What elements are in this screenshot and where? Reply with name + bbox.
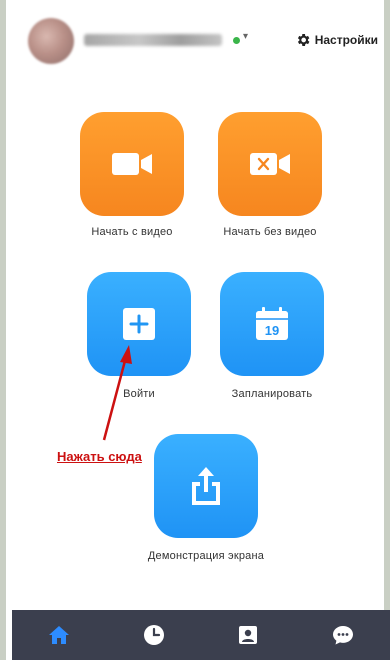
user-name: [84, 34, 222, 46]
new-meeting-no-video-button[interactable]: [218, 112, 322, 216]
app-window: ▾ Настройки Начать с видео Начать без ви…: [0, 0, 390, 660]
schedule-label: Запланировать: [231, 388, 313, 400]
join-button[interactable]: [87, 272, 191, 376]
plus-icon: [123, 308, 155, 340]
nav-meetings[interactable]: [134, 615, 174, 655]
share-screen-button[interactable]: [154, 434, 258, 538]
video-off-icon: [250, 153, 290, 175]
annotation-text: Нажать сюда: [57, 449, 142, 464]
gear-icon: [297, 34, 310, 46]
nav-home[interactable]: [39, 615, 79, 655]
home-icon: [49, 626, 70, 644]
video-camera-icon: [112, 153, 152, 175]
join-label: Войти: [123, 388, 155, 400]
share-screen-label: Демонстрация экрана: [147, 550, 265, 562]
new-meeting-no-video-label: Начать без видео: [223, 226, 317, 238]
nav-chat[interactable]: [323, 615, 363, 655]
new-meeting-video-label: Начать с видео: [91, 226, 173, 238]
clock-icon: [143, 625, 164, 645]
settings-label: Настройки: [314, 33, 378, 47]
bottom-nav: [12, 610, 390, 660]
nav-contacts[interactable]: [228, 615, 268, 655]
schedule-button[interactable]: 19: [220, 272, 324, 376]
calendar-day-number: 19: [265, 323, 279, 338]
settings-button[interactable]: Настройки: [295, 30, 378, 50]
header: ▾ Настройки: [28, 18, 378, 64]
chevron-down-icon[interactable]: ▾: [243, 31, 248, 42]
calendar-icon: 19: [256, 307, 288, 340]
share-upload-icon: [192, 467, 220, 505]
chat-icon: [332, 626, 353, 645]
new-meeting-video-button[interactable]: [80, 112, 184, 216]
contacts-icon: [239, 626, 258, 644]
avatar[interactable]: [28, 18, 74, 64]
status-dot-icon: [233, 37, 240, 44]
